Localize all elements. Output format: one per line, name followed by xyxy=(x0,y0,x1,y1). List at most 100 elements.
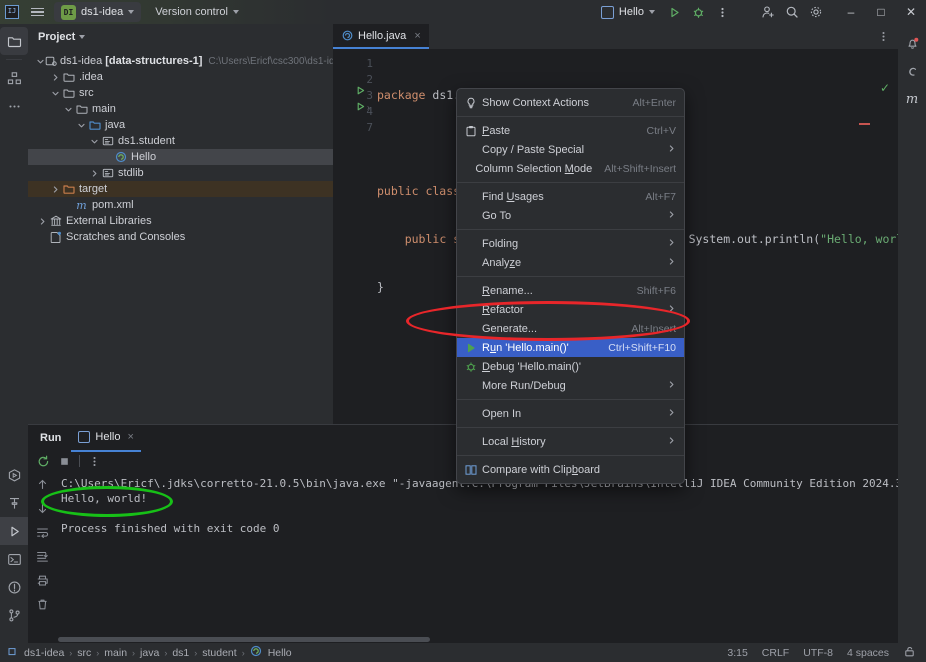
tree-node-java[interactable]: java xyxy=(28,117,333,133)
chevron-right-icon[interactable] xyxy=(49,185,61,194)
tree-node-main[interactable]: main xyxy=(28,101,333,117)
breadcrumb-item[interactable]: ds1-idea xyxy=(24,647,64,659)
run-tool-window-icon[interactable] xyxy=(0,517,28,545)
breadcrumb-item[interactable]: src xyxy=(77,647,91,659)
tree-node-src[interactable]: src xyxy=(28,85,333,101)
stop-icon[interactable] xyxy=(58,455,71,468)
tree-node-ds1-idea[interactable]: ds1-idea [data-structures-1] C:\Users\Eri… xyxy=(28,53,346,69)
notifications-bell-icon[interactable] xyxy=(898,29,926,57)
up-arrow-icon[interactable] xyxy=(32,475,52,493)
chevron-down-icon[interactable] xyxy=(62,105,74,114)
menu-item-local-history[interactable]: Local History xyxy=(457,432,684,451)
menu-item-show-context-actions[interactable]: Show Context Actions Alt+Enter xyxy=(457,93,684,112)
more-options-icon[interactable] xyxy=(88,455,101,468)
menu-item-analyze[interactable]: Analyze xyxy=(457,253,684,272)
editor-more-options-icon[interactable] xyxy=(877,24,898,49)
menu-item-run-hello-main[interactable]: Run 'Hello.main()' Ctrl+Shift+F10 xyxy=(457,338,684,357)
indent-setting[interactable]: 4 spaces xyxy=(847,647,889,659)
line-separator[interactable]: CRLF xyxy=(762,647,789,659)
maven-tool-window-icon[interactable]: m xyxy=(898,85,926,113)
chevron-down-icon[interactable] xyxy=(88,137,100,146)
breadcrumb-item[interactable]: student xyxy=(202,647,236,659)
down-arrow-icon[interactable] xyxy=(32,499,52,517)
menu-item-folding[interactable]: Folding xyxy=(457,234,684,253)
tree-node-hello[interactable]: Hello xyxy=(28,149,333,165)
print-icon[interactable] xyxy=(32,571,52,589)
project-panel-header[interactable]: Project xyxy=(28,24,333,50)
breadcrumb-item[interactable]: java xyxy=(140,647,159,659)
tree-node-scratches-and-consoles[interactable]: Scratches and Consoles xyxy=(28,229,333,245)
run-icon[interactable] xyxy=(662,0,686,24)
soft-wrap-icon[interactable] xyxy=(32,523,52,541)
tree-node-ds1-student[interactable]: ds1.student xyxy=(28,133,333,149)
scroll-to-end-icon[interactable] xyxy=(32,547,52,565)
version-control-selector[interactable]: Version control xyxy=(147,2,247,22)
gutter-run-icon[interactable] xyxy=(355,85,366,99)
problems-tool-window-icon[interactable] xyxy=(0,573,28,601)
breadcrumb-item[interactable]: ds1 xyxy=(172,647,189,659)
breadcrumb-item[interactable]: Hello xyxy=(268,647,292,659)
menu-item-refactor[interactable]: Refactor xyxy=(457,300,684,319)
add-account-icon[interactable] xyxy=(756,0,780,24)
chevron-down-icon[interactable] xyxy=(36,57,45,66)
close-icon[interactable]: × xyxy=(127,431,133,443)
tree-node-pom-xml[interactable]: m pom.xml xyxy=(28,197,333,213)
debug-icon[interactable] xyxy=(686,0,710,24)
chevron-right-icon[interactable] xyxy=(36,217,48,226)
structure-tool-window-icon[interactable] xyxy=(0,64,28,92)
caret-position[interactable]: 3:15 xyxy=(727,647,747,659)
tree-node-stdlib[interactable]: stdlib xyxy=(28,165,333,181)
clear-all-icon[interactable] xyxy=(32,595,52,613)
menu-item-copy-paste-special[interactable]: Copy / Paste Special xyxy=(457,140,684,159)
terminal-tool-window-icon[interactable] xyxy=(0,545,28,573)
menu-item-rename[interactable]: Rename... Shift+F6 xyxy=(457,281,684,300)
chevron-right-icon[interactable] xyxy=(49,73,61,82)
rerun-icon[interactable] xyxy=(37,455,50,468)
editor-gutter[interactable]: 1 2 3 4 7 › xyxy=(333,49,375,424)
window-close-button[interactable]: ✕ xyxy=(896,0,926,24)
settings-gear-icon[interactable] xyxy=(804,0,828,24)
menu-item-generate[interactable]: Generate... Alt+Insert xyxy=(457,319,684,338)
services-tool-window-icon[interactable] xyxy=(0,461,28,489)
console-output[interactable]: C:\Users\Ericf\.jdks\corretto-21.0.5\bin… xyxy=(56,471,898,650)
menu-item-compare-with-clipboard[interactable]: Compare with Clipboard xyxy=(457,460,684,479)
ai-assistant-icon[interactable] xyxy=(898,57,926,85)
breadcrumb-item[interactable]: main xyxy=(104,647,127,659)
menu-item-open-in[interactable]: Open In xyxy=(457,404,684,423)
run-configuration-selector[interactable]: Hello xyxy=(594,2,662,22)
code-fold-icon[interactable]: › xyxy=(367,103,370,112)
menu-item-more-run-debug[interactable]: More Run/Debug xyxy=(457,376,684,395)
chevron-down-icon[interactable] xyxy=(75,121,87,130)
chevron-right-icon[interactable] xyxy=(88,169,100,178)
chevron-down-icon[interactable] xyxy=(49,89,61,98)
tree-node-path: C:\Users\Ericf\csc300\ds1-idea xyxy=(208,55,346,67)
menu-item-find-usages[interactable]: Find Usages Alt+F7 xyxy=(457,187,684,206)
hamburger-menu-icon[interactable] xyxy=(24,0,50,24)
intellij-logo-label: IJ xyxy=(5,5,19,19)
version-control-tool-window-icon[interactable] xyxy=(0,601,28,629)
editor-tab-hello-java[interactable]: Hello.java × xyxy=(333,24,429,49)
more-tool-windows-icon[interactable] xyxy=(0,92,28,120)
window-maximize-button[interactable]: □ xyxy=(866,0,896,24)
menu-item-column-selection-mode[interactable]: Column Selection Mode Alt+Shift+Insert xyxy=(457,159,684,178)
file-encoding[interactable]: UTF-8 xyxy=(803,647,833,659)
tree-node-target[interactable]: target xyxy=(28,181,333,197)
console-horizontal-scrollbar[interactable] xyxy=(58,637,430,642)
search-icon[interactable] xyxy=(780,0,804,24)
window-minimize-button[interactable]: – xyxy=(836,0,866,24)
project-selector[interactable]: DI ds1-idea xyxy=(54,2,142,22)
build-tool-window-icon[interactable] xyxy=(0,489,28,517)
more-options-icon[interactable] xyxy=(710,0,734,24)
gutter-run-icon[interactable] xyxy=(355,101,366,115)
tree-node--idea[interactable]: .idea xyxy=(28,69,333,85)
menu-item-debug-hello-main[interactable]: Debug 'Hello.main()' xyxy=(457,357,684,376)
close-icon[interactable]: × xyxy=(414,30,420,42)
menu-item-go-to[interactable]: Go To xyxy=(457,206,684,225)
tree-node-external-libraries[interactable]: External Libraries xyxy=(28,213,333,229)
run-tab-hello[interactable]: Hello × xyxy=(71,425,141,452)
error-stripe-mark[interactable] xyxy=(859,123,870,125)
read-only-toggle-icon[interactable] xyxy=(903,645,916,661)
project-tool-window-icon[interactable] xyxy=(0,27,28,55)
menu-item-paste[interactable]: Paste Ctrl+V xyxy=(457,121,684,140)
chevron-down-icon xyxy=(232,10,239,14)
